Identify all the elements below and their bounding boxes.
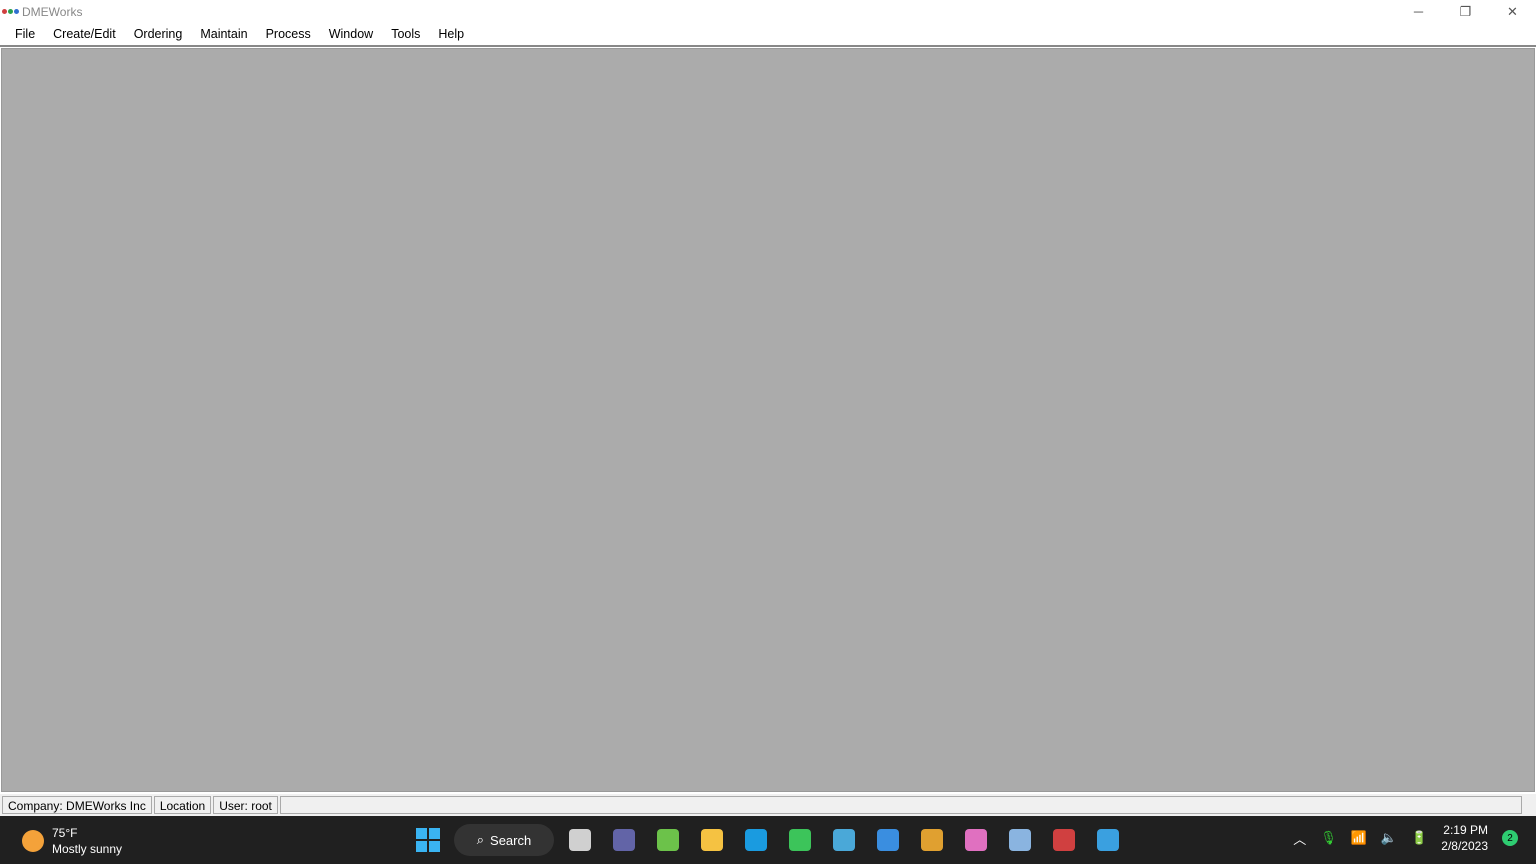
taskbar-app-monitor[interactable]	[1002, 820, 1038, 860]
taskbar-app-teams[interactable]	[606, 820, 642, 860]
menu-tools[interactable]: Tools	[382, 27, 429, 41]
app-circle-icon	[1097, 829, 1119, 851]
dmeworks-icon	[1053, 829, 1075, 851]
menu-ordering[interactable]: Ordering	[125, 27, 192, 41]
clock-time: 2:19 PM	[1443, 823, 1488, 837]
system-tray: ︿ 🎙 📶 🔈 🔋 2:19 PM 2/8/2023 2	[1293, 822, 1518, 854]
app-flower-icon	[965, 829, 987, 851]
mdi-workspace	[1, 48, 1535, 792]
notification-badge[interactable]: 2	[1502, 830, 1518, 846]
menu-create-edit[interactable]: Create/Edit	[44, 27, 125, 41]
weather-icon	[22, 830, 44, 852]
menu-bar: File Create/Edit Ordering Maintain Proce…	[0, 23, 1536, 47]
chevron-up-icon[interactable]: ︿	[1293, 829, 1306, 848]
clock-date: 2/8/2023	[1441, 839, 1488, 853]
taskbar-app-dmeworks[interactable]	[1046, 820, 1082, 860]
file-explorer-icon	[701, 829, 723, 851]
weather-temp: 75°F	[52, 826, 78, 840]
taskbar-app-app-green[interactable]	[782, 820, 818, 860]
menu-maintain[interactable]: Maintain	[191, 27, 256, 41]
edge-icon	[745, 829, 767, 851]
close-button[interactable]: ✕	[1489, 0, 1536, 23]
search-button[interactable]: ⌕ Search	[454, 824, 554, 856]
app-bird-icon	[833, 829, 855, 851]
search-icon: ⌕	[476, 832, 485, 847]
taskbar-app-chrome[interactable]	[914, 820, 950, 860]
app-green-icon	[789, 829, 811, 851]
minimize-button[interactable]: ─	[1395, 0, 1442, 23]
microphone-icon[interactable]: 🎙	[1320, 830, 1337, 846]
menu-window[interactable]: Window	[320, 27, 382, 41]
taskbar-app-app-circle[interactable]	[1090, 820, 1126, 860]
menu-help[interactable]: Help	[429, 27, 473, 41]
task-view-icon	[569, 829, 591, 851]
weather-widget[interactable]: 75°F Mostly sunny	[22, 825, 122, 857]
taskbar-app-sheets[interactable]	[650, 820, 686, 860]
taskbar-app-edge[interactable]	[738, 820, 774, 860]
battery-icon[interactable]: 🔋	[1411, 830, 1427, 846]
weather-desc: Mostly sunny	[52, 842, 123, 856]
wifi-icon[interactable]: 📶	[1351, 830, 1367, 846]
app-bolt-icon	[877, 829, 899, 851]
taskbar: 75°F Mostly sunny ⌕ Search ︿ 🎙 📶 🔈 🔋 2:19 …	[0, 816, 1536, 864]
volume-icon[interactable]: 🔈	[1381, 830, 1397, 846]
chrome-icon	[921, 829, 943, 851]
taskbar-app-app-bird[interactable]	[826, 820, 862, 860]
taskbar-app-task-view[interactable]	[562, 820, 598, 860]
app-logo-icon	[2, 9, 19, 14]
status-bar: Company: DMEWorks Inc Location User: roo…	[0, 794, 1536, 816]
restore-button[interactable]: ❐	[1442, 0, 1489, 23]
teams-icon	[613, 829, 635, 851]
status-location: Location	[153, 796, 212, 814]
menu-process[interactable]: Process	[257, 27, 320, 41]
taskbar-app-app-bolt[interactable]	[870, 820, 906, 860]
sheets-icon	[657, 829, 679, 851]
taskbar-app-app-flower[interactable]	[958, 820, 994, 860]
status-user: User: root	[213, 796, 278, 814]
menu-file[interactable]: File	[6, 27, 44, 41]
status-company: Company: DMEWorks Inc	[2, 796, 152, 814]
taskbar-app-file-explorer[interactable]	[694, 820, 730, 860]
status-empty-panel	[279, 796, 1522, 814]
title-bar: DMEWorks ─ ❐ ✕	[0, 0, 1536, 23]
start-button[interactable]	[410, 820, 446, 860]
clock[interactable]: 2:19 PM 2/8/2023	[1441, 822, 1488, 854]
windows-icon	[416, 828, 440, 852]
window-title: DMEWorks	[22, 4, 83, 19]
monitor-icon	[1009, 829, 1031, 851]
search-label: Search	[490, 832, 532, 848]
